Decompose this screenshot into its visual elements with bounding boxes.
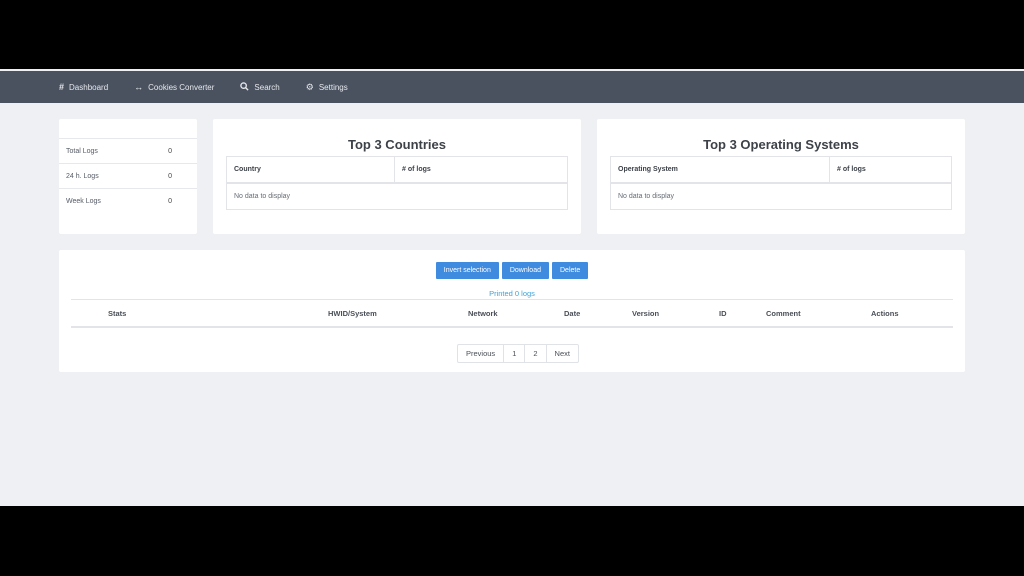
top-os-card: Top 3 Operating Systems Operating System… [597,119,965,234]
search-icon [240,81,250,93]
pagination-page-1[interactable]: 1 [503,345,524,362]
os-table-header: Operating System # of logs [611,157,951,184]
os-table: Operating System # of logs No data to di… [610,156,952,210]
stats-label: 24 h. Logs [66,173,99,180]
delete-button[interactable]: Delete [552,262,589,279]
app-screen: # Dashboard ↔ Cookies Converter Search ⚙… [0,69,1024,506]
stats-label: Week Logs [66,198,101,205]
nav-dashboard[interactable]: # Dashboard [59,82,108,92]
stats-row-week: Week Logs 0 [59,188,197,214]
comment-column-header[interactable]: Comment [766,309,801,318]
countries-empty-message: No data to display [234,193,291,200]
network-column-header[interactable]: Network [468,309,498,318]
stats-column-header[interactable]: Stats [108,309,126,318]
pagination-previous[interactable]: Previous [458,345,503,362]
countries-table-header: Country # of logs [227,157,567,184]
logs-table-header: Stats HWID/System Network Date Version I… [71,299,953,328]
stats-row-24h: 24 h. Logs 0 [59,163,197,189]
logs-card: Invert selection Download Delete Printed… [59,250,965,372]
top-os-title: Top 3 Operating Systems [703,137,859,152]
nav-search-label: Search [254,82,280,92]
logs-actions: Invert selection Download Delete [59,262,965,279]
stats-card: Total Logs 0 24 h. Logs 0 Week Logs 0 [59,119,197,234]
nav-cookies-converter[interactable]: ↔ Cookies Converter [134,82,214,92]
country-column-header[interactable]: Country [227,157,394,182]
invert-selection-button[interactable]: Invert selection [435,262,499,279]
nav-dashboard-label: Dashboard [69,82,109,92]
stats-label: Total Logs [66,148,98,155]
nav-cookies-converter-label: Cookies Converter [148,82,215,92]
os-column-header[interactable]: Operating System [611,157,829,182]
logs-column-header[interactable]: # of logs [394,157,567,182]
pagination-next[interactable]: Next [545,345,578,362]
top-countries-card: Top 3 Countries Country # of logs No dat… [213,119,581,234]
nav-settings-label: Settings [318,82,348,92]
video-frame: # Dashboard ↔ Cookies Converter Search ⚙… [0,0,1024,576]
countries-table: Country # of logs No data to display [226,156,568,210]
stats-value: 0 [168,173,172,180]
top-countries-title: Top 3 Countries [348,137,446,152]
search-icon-svg [240,81,250,91]
pagination-page-2[interactable]: 2 [524,345,545,362]
stats-value: 0 [168,198,172,205]
nav-settings[interactable]: ⚙ Settings [306,82,348,93]
logs-column-header[interactable]: # of logs [829,157,951,182]
date-column-header[interactable]: Date [564,309,580,318]
hash-icon: # [59,82,65,92]
actions-column-header[interactable]: Actions [871,309,899,318]
version-column-header[interactable]: Version [632,309,659,318]
os-empty-message: No data to display [618,193,675,200]
printed-logs-text: Printed 0 logs [489,289,535,298]
pagination: Previous 1 2 Next [457,344,579,363]
nav-search[interactable]: Search [240,81,280,93]
gears-icon: ⚙ [305,81,314,92]
download-button[interactable]: Download [501,262,549,279]
top-navbar: # Dashboard ↔ Cookies Converter Search ⚙… [0,71,1024,103]
arrows-horizontal-icon: ↔ [134,82,144,92]
hwid-column-header[interactable]: HWID/System [328,309,377,318]
stats-row-total: Total Logs 0 [59,138,197,164]
id-column-header[interactable]: ID [719,309,727,318]
stats-value: 0 [168,148,172,155]
